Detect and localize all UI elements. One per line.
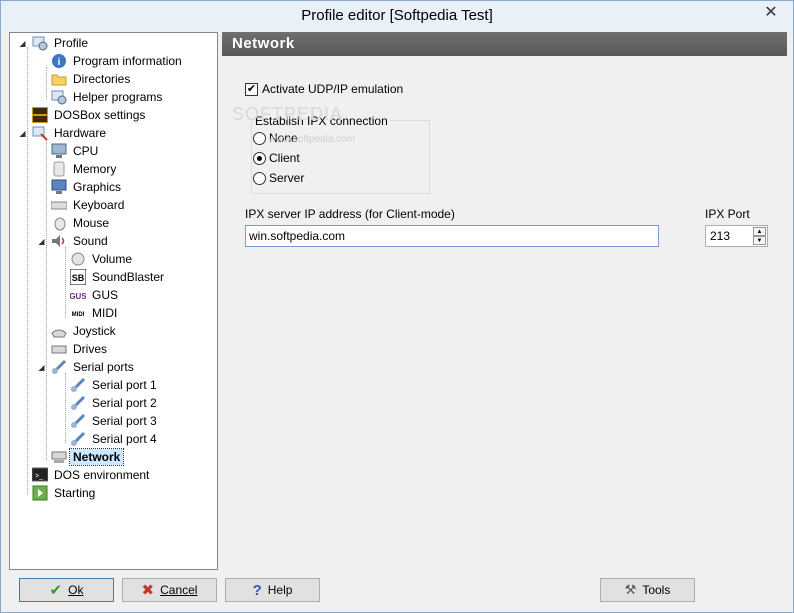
spin-down-icon[interactable]: ▼ bbox=[753, 236, 766, 245]
joystick-icon bbox=[51, 329, 67, 338]
hardware-icon bbox=[32, 126, 48, 141]
serial-port-4-icon bbox=[70, 431, 86, 447]
tree-item-helper-programs[interactable]: Helper programs bbox=[51, 88, 165, 106]
radio-none-label: None bbox=[269, 131, 298, 145]
ipx-connection-group-title: Establish IPX connection bbox=[253, 114, 390, 128]
memory-icon bbox=[53, 161, 65, 177]
radio-none-row[interactable]: None bbox=[253, 131, 298, 145]
cross-icon: ✖ bbox=[141, 582, 155, 599]
keyboard-icon bbox=[51, 201, 67, 210]
monitor-icon bbox=[51, 179, 67, 194]
activate-udp-checkbox[interactable]: ✔ bbox=[245, 82, 258, 96]
tree-item-midi[interactable]: MIDI MIDI bbox=[70, 304, 120, 322]
tools-icon: ⚒ bbox=[624, 582, 637, 597]
tree-item-graphics[interactable]: Graphics bbox=[51, 178, 124, 196]
serial-port-2-icon bbox=[70, 395, 86, 411]
settings-tree[interactable]: ◢ Profile i Program information Director… bbox=[9, 32, 218, 570]
tree-item-memory[interactable]: Memory bbox=[51, 160, 119, 178]
ok-button[interactable]: ✔ Ok bbox=[19, 578, 114, 602]
folder-icon bbox=[51, 74, 67, 86]
soundblaster-icon: SB bbox=[70, 269, 86, 285]
profile-gear-icon bbox=[32, 36, 48, 51]
close-icon[interactable]: ✕ bbox=[757, 2, 785, 22]
serial-port-icon bbox=[51, 359, 67, 375]
ipx-port-value[interactable]: 213 bbox=[710, 229, 730, 243]
cancel-button[interactable]: ✖ Cancel bbox=[122, 578, 217, 602]
tree-item-joystick[interactable]: Joystick bbox=[51, 322, 119, 340]
cpu-icon bbox=[51, 143, 67, 158]
ip-address-label: IPX server IP address (for Client-mode) bbox=[245, 207, 455, 221]
tree-item-serial-port-4[interactable]: Serial port 4 bbox=[70, 430, 160, 448]
tools-button[interactable]: ⚒ Tools bbox=[600, 578, 695, 602]
radio-server-label: Server bbox=[269, 171, 305, 185]
tree-item-profile[interactable]: Profile bbox=[32, 34, 91, 52]
tree-item-gus[interactable]: GUS GUS bbox=[70, 286, 121, 304]
svg-text:>_: >_ bbox=[35, 473, 43, 480]
tree-item-serial-port-3[interactable]: Serial port 3 bbox=[70, 412, 160, 430]
svg-text:SB: SB bbox=[72, 273, 85, 283]
serial-port-1-icon bbox=[70, 377, 86, 393]
button-bar: ✔ Ok ✖ Cancel ? Help ⚒ Tools bbox=[1, 570, 793, 612]
tree-item-dos-environment[interactable]: >_ DOS environment bbox=[32, 466, 152, 484]
network-icon bbox=[51, 451, 67, 463]
help-button[interactable]: ? Help bbox=[225, 578, 320, 602]
profile-editor-window: Profile editor [Softpedia Test] ✕ ◢ Prof… bbox=[0, 0, 794, 613]
checkmark-icon: ✔ bbox=[49, 582, 63, 599]
speaker-icon bbox=[52, 235, 65, 247]
ipx-port-stepper[interactable]: 213 ▲ ▼ bbox=[705, 225, 768, 247]
svg-text:MIDI: MIDI bbox=[72, 312, 85, 318]
activate-udp-label: Activate UDP/IP emulation bbox=[262, 82, 404, 96]
svg-text:GUS: GUS bbox=[70, 292, 86, 301]
radio-server-row[interactable]: Server bbox=[253, 171, 304, 185]
midi-icon: MIDI bbox=[72, 312, 85, 318]
tree-item-directories[interactable]: Directories bbox=[51, 70, 133, 88]
tree-item-dosbox-settings[interactable]: DOSBox settings bbox=[32, 106, 148, 124]
gus-icon: GUS bbox=[70, 292, 86, 301]
tree-item-hardware[interactable]: Hardware bbox=[32, 124, 109, 142]
radio-server[interactable] bbox=[253, 171, 266, 185]
tree-item-network[interactable]: Network bbox=[51, 448, 125, 466]
tree-item-mouse[interactable]: Mouse bbox=[51, 214, 112, 232]
start-icon bbox=[32, 485, 48, 501]
volume-knob-icon bbox=[71, 252, 85, 266]
ipx-port-label: IPX Port bbox=[705, 207, 750, 221]
tree-item-soundblaster[interactable]: SB SoundBlaster bbox=[70, 268, 167, 286]
info-icon: i bbox=[52, 54, 66, 68]
tree-item-cpu[interactable]: CPU bbox=[51, 142, 101, 160]
helper-gear-icon bbox=[51, 90, 67, 105]
activate-udp-checkbox-row[interactable]: ✔ Activate UDP/IP emulation bbox=[245, 82, 403, 96]
tree-item-serial-port-1[interactable]: Serial port 1 bbox=[70, 376, 160, 394]
radio-client[interactable] bbox=[253, 151, 266, 165]
svg-text:i: i bbox=[58, 57, 61, 68]
tree-item-serial-port-2[interactable]: Serial port 2 bbox=[70, 394, 160, 412]
section-header: Network bbox=[222, 32, 787, 56]
radio-client-label: Client bbox=[269, 151, 300, 165]
serial-port-3-icon bbox=[70, 413, 86, 429]
ip-address-input[interactable] bbox=[245, 225, 659, 247]
tree-item-serial-ports[interactable]: Serial ports bbox=[51, 358, 137, 376]
tree-item-starting[interactable]: Starting bbox=[32, 484, 98, 502]
tree-item-program-information[interactable]: i Program information bbox=[51, 52, 185, 70]
mouse-icon bbox=[54, 217, 66, 231]
tree-item-sound[interactable]: Sound bbox=[51, 232, 111, 250]
radio-none[interactable] bbox=[253, 131, 266, 145]
dos-prompt-icon: >_ bbox=[32, 467, 48, 482]
dosbox-icon bbox=[32, 107, 48, 123]
radio-client-row[interactable]: Client bbox=[253, 151, 300, 165]
question-mark-icon: ? bbox=[252, 581, 262, 599]
tree-item-drives[interactable]: Drives bbox=[51, 340, 110, 358]
network-settings-panel: Network ✔ Activate UDP/IP emulation Esta… bbox=[222, 32, 787, 570]
tree-item-keyboard[interactable]: Keyboard bbox=[51, 196, 127, 214]
tree-item-volume[interactable]: Volume bbox=[70, 250, 135, 268]
spin-up-icon[interactable]: ▲ bbox=[753, 227, 766, 236]
window-title: Profile editor [Softpedia Test] bbox=[301, 7, 493, 24]
drive-icon bbox=[51, 345, 67, 354]
title-bar[interactable]: Profile editor [Softpedia Test] ✕ bbox=[1, 1, 793, 32]
